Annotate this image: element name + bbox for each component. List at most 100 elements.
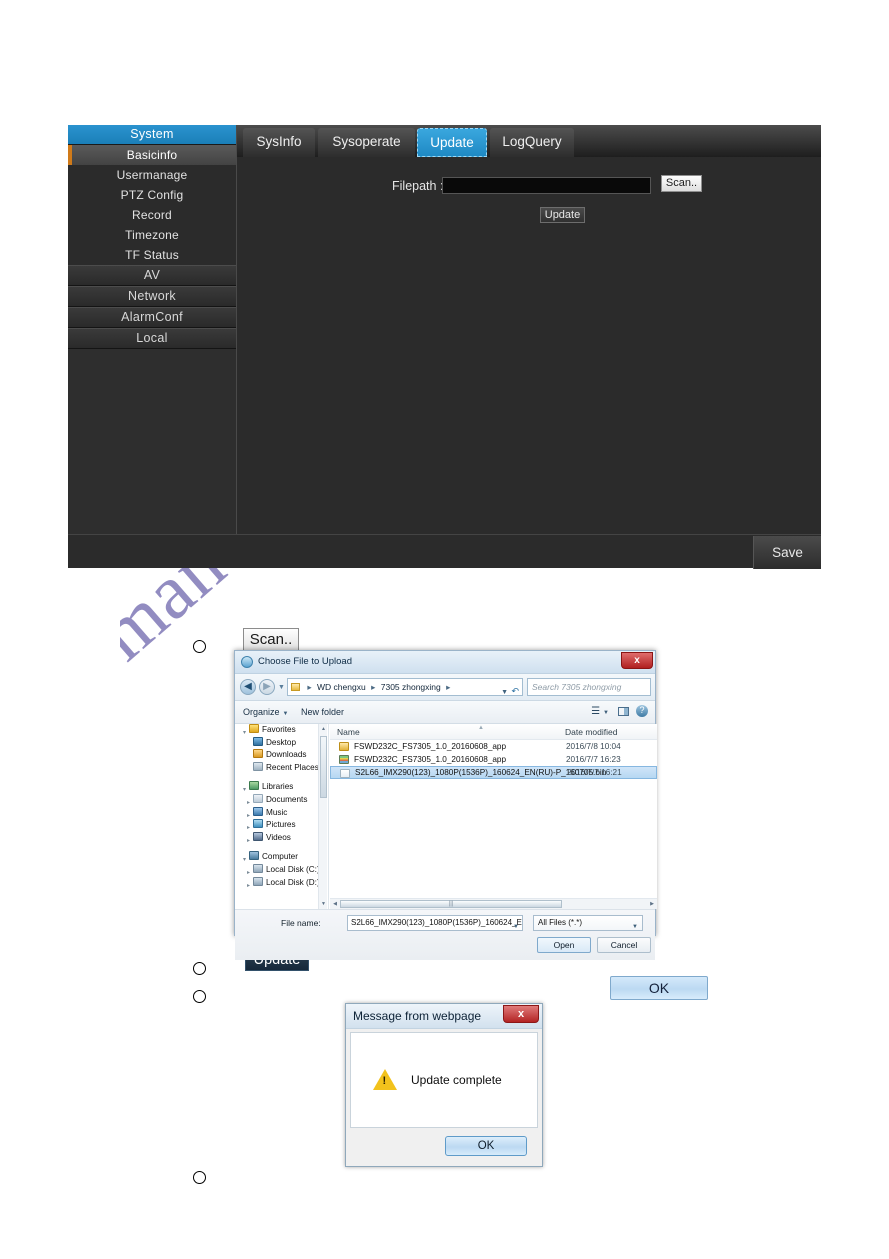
tab-sysinfo[interactable]: SysInfo xyxy=(243,128,315,157)
disk-icon xyxy=(253,863,263,873)
dialog-title: Choose File to Upload xyxy=(258,656,352,667)
breadcrumb-part-2[interactable]: 7305 zhongxing xyxy=(381,682,441,692)
tree-item-favorites[interactable]: ▾ Favorites xyxy=(235,724,328,737)
sidebar-group-network[interactable]: Network xyxy=(68,286,236,307)
search-input[interactable]: Search 7305 zhongxing xyxy=(527,678,651,696)
chevron-down-icon[interactable]: ▼ xyxy=(513,920,519,930)
device-web-ui-panel: System Basicinfo Usermanage PTZ Config R… xyxy=(68,125,821,569)
panel-bottom-bar: Save xyxy=(68,534,821,569)
callout-scan-button[interactable]: Scan.. xyxy=(243,628,299,651)
scroll-down-icon[interactable]: ▼ xyxy=(320,900,327,908)
table-row-selected[interactable]: S2L66_IMX290(123)_1080P(1536P)_160624_EN… xyxy=(330,766,657,779)
column-header-name[interactable]: Name xyxy=(337,727,360,737)
tree-item-computer[interactable]: ▾ Computer xyxy=(235,851,328,864)
cancel-button[interactable]: Cancel xyxy=(597,937,651,953)
breadcrumb[interactable]: ▸ WD chengxu ▸ 7305 zhongxing ▸ ▼ ↶ xyxy=(287,678,523,696)
sidebar-group-system[interactable]: System xyxy=(68,125,236,145)
file-type-filter-select[interactable]: All Files (*.*) ▼ xyxy=(533,915,643,931)
ok-button[interactable]: OK xyxy=(445,1136,527,1156)
breadcrumb-chevron-down-icon[interactable]: ▼ xyxy=(501,685,508,695)
help-icon[interactable]: ? xyxy=(636,705,648,717)
disk-icon xyxy=(253,876,263,886)
message-dialog-title: Message from webpage xyxy=(353,1009,482,1023)
callout-ok-button[interactable]: OK xyxy=(610,976,708,1000)
tree-item-label: Desktop xyxy=(266,737,297,747)
save-button[interactable]: Save xyxy=(753,536,821,569)
tree-item-libraries[interactable]: ▾ Libraries xyxy=(235,781,328,794)
tree-item-local-disk-c[interactable]: ▸ Local Disk (C:) xyxy=(235,863,328,877)
sidebar-group-alarmconf[interactable]: AlarmConf xyxy=(68,307,236,328)
file-date: 2016/7/7 16:21 xyxy=(567,768,622,777)
file-name-label: File name: xyxy=(281,918,321,928)
breadcrumb-part-1[interactable]: WD chengxu xyxy=(317,682,366,692)
close-icon[interactable]: x xyxy=(503,1005,539,1023)
horizontal-scrollbar-thumb[interactable]: ||| xyxy=(340,900,562,908)
refresh-icon[interactable]: ↶ xyxy=(511,683,519,695)
file-list-horizontal-scrollbar[interactable]: ◀ ||| ▶ xyxy=(330,898,657,909)
dialog-body: ▾ Favorites Desktop Downloads Recent Plac… xyxy=(235,724,657,909)
file-date: 2016/7/8 10:04 xyxy=(566,742,621,751)
file-list: ▲ Name Date modified FSWD232C_FS7305_1.0… xyxy=(330,724,657,909)
tab-logquery[interactable]: LogQuery xyxy=(490,128,574,157)
sidebar-item-ptz-config[interactable]: PTZ Config xyxy=(68,185,236,205)
new-folder-button[interactable]: New folder xyxy=(301,707,344,717)
sidebar: System Basicinfo Usermanage PTZ Config R… xyxy=(68,125,237,534)
sidebar-item-record[interactable]: Record xyxy=(68,205,236,225)
history-chevron-down-icon[interactable]: ▼ xyxy=(278,684,285,691)
tree-item-label: Documents xyxy=(266,794,308,804)
sidebar-item-label: Basicinfo xyxy=(126,148,178,162)
open-button[interactable]: Open xyxy=(537,937,591,953)
computer-icon xyxy=(249,851,259,861)
tree-item-pictures[interactable]: ▸ Pictures xyxy=(235,819,328,832)
dialog-toolbar: Organize ▼ New folder ☰ ▼ ? xyxy=(235,701,655,724)
desktop-icon xyxy=(253,736,263,746)
tree-item-desktop[interactable]: Desktop xyxy=(235,736,328,750)
breadcrumb-sep-3: ▸ xyxy=(446,682,451,692)
sidebar-item-timezone[interactable]: Timezone xyxy=(68,225,236,245)
close-icon[interactable]: x xyxy=(621,652,653,669)
table-row[interactable]: FSWD232C_FS7305_1.0_20160608_app 2016/7/… xyxy=(330,740,657,753)
scroll-up-icon[interactable]: ▲ xyxy=(320,725,327,733)
sidebar-group-av[interactable]: AV xyxy=(68,265,236,286)
tree-item-documents[interactable]: ▸ Documents xyxy=(235,793,328,807)
sidebar-item-basicinfo[interactable]: Basicinfo xyxy=(68,145,236,165)
view-mode-icon[interactable]: ☰ ▼ xyxy=(591,706,609,717)
column-header-date-modified[interactable]: Date modified xyxy=(565,727,617,737)
tree-item-label: Recent Places xyxy=(266,762,319,772)
folder-icon xyxy=(339,742,349,751)
warning-icon xyxy=(373,1069,397,1090)
scroll-right-icon[interactable]: ▶ xyxy=(648,900,656,908)
tree-item-local-disk-d[interactable]: ▸ Local Disk (D:) xyxy=(235,876,328,893)
chevron-down-icon[interactable]: ▼ xyxy=(632,920,638,934)
sidebar-group-local[interactable]: Local xyxy=(68,328,236,349)
file-name-input[interactable]: S2L66_IMX290(123)_1080P(1536P)_160624_EN… xyxy=(347,915,523,931)
forward-icon[interactable]: ▶ xyxy=(259,679,275,695)
tree-item-videos[interactable]: ▸ Videos xyxy=(235,831,328,848)
star-icon xyxy=(249,724,259,733)
collapse-triangle-icon[interactable]: ▸ xyxy=(247,835,250,848)
tree-scrollbar[interactable]: ▲ ▼ xyxy=(318,724,327,909)
back-icon[interactable]: ◀ xyxy=(240,679,256,695)
sidebar-item-tf-status[interactable]: TF Status xyxy=(68,245,236,265)
organize-button[interactable]: Organize ▼ xyxy=(243,707,288,717)
tree-item-music[interactable]: ▸ Music xyxy=(235,806,328,820)
collapse-triangle-icon[interactable]: ▸ xyxy=(247,880,250,893)
choose-file-dialog: Choose File to Upload x ◀ ▶ ▼ ▸ WD cheng… xyxy=(234,650,657,960)
tab-update[interactable]: Update xyxy=(417,128,487,157)
scroll-left-icon[interactable]: ◀ xyxy=(331,900,339,908)
downloads-icon xyxy=(253,749,263,759)
update-button[interactable]: Update xyxy=(540,207,585,223)
tree-item-label: Videos xyxy=(266,832,291,842)
message-dialog: Message from webpage x Update complete O… xyxy=(345,1003,543,1167)
filepath-input[interactable] xyxy=(442,177,651,194)
tree-item-recent-places[interactable]: Recent Places xyxy=(235,761,328,775)
table-row[interactable]: FSWD232C_FS7305_1.0_20160608_app 2016/7/… xyxy=(330,753,657,766)
scan-button[interactable]: Scan.. xyxy=(661,175,702,192)
tree-scrollbar-thumb[interactable] xyxy=(320,736,327,798)
sidebar-item-usermanage[interactable]: Usermanage xyxy=(68,165,236,185)
step-bullet-2 xyxy=(193,962,206,975)
tree-item-downloads[interactable]: Downloads xyxy=(235,749,328,762)
tab-sysoperate[interactable]: Sysoperate xyxy=(318,128,415,157)
preview-pane-icon[interactable] xyxy=(618,707,629,716)
chevron-down-icon: ▼ xyxy=(603,710,609,716)
